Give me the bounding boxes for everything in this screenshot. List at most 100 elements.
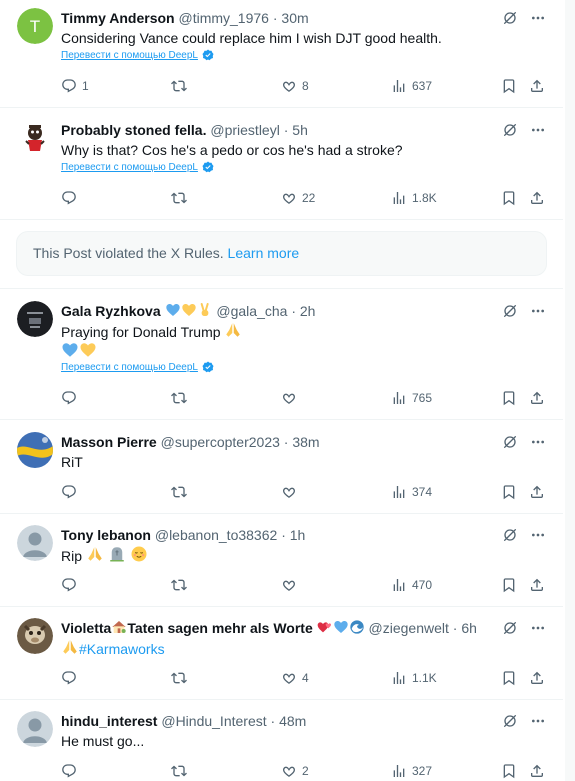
author-handle[interactable]: @timmy_1976: [178, 10, 268, 26]
views-button[interactable]: 1.1K: [391, 668, 437, 688]
translate-link[interactable]: Перевести с помощью DeepL: [61, 161, 214, 175]
share-icon: [529, 763, 545, 779]
like-button[interactable]: [281, 482, 302, 502]
bookmark-button[interactable]: [501, 575, 522, 595]
reply-button[interactable]: 1: [61, 76, 89, 96]
timestamp[interactable]: 2h: [300, 303, 316, 319]
views-button[interactable]: 470: [391, 575, 432, 595]
share-button[interactable]: [529, 668, 550, 688]
like-button[interactable]: 4: [281, 668, 309, 688]
translate-link[interactable]: Перевести с помощью DeepL: [61, 361, 214, 375]
timestamp[interactable]: 30m: [281, 10, 308, 26]
author-name[interactable]: Probably stoned fella.: [61, 122, 206, 138]
translate-label[interactable]: Перевести с помощью DeepL: [61, 362, 198, 373]
reply-button[interactable]: [61, 482, 82, 502]
author-name[interactable]: Tony lebanon: [61, 527, 151, 543]
grok-icon[interactable]: [502, 10, 518, 26]
grok-icon[interactable]: [502, 527, 518, 543]
share-button[interactable]: [529, 76, 550, 96]
author-handle[interactable]: @ziegenwelt: [369, 620, 449, 636]
retweet-button[interactable]: [171, 668, 192, 688]
share-button[interactable]: [529, 188, 550, 208]
avatar-letter: T: [30, 17, 40, 36]
author-name[interactable]: Masson Pierre: [61, 434, 157, 450]
views-button[interactable]: 637: [391, 76, 432, 96]
reply-button[interactable]: [61, 575, 82, 595]
grok-icon[interactable]: [502, 434, 518, 450]
timestamp[interactable]: 48m: [279, 713, 306, 729]
retweet-button[interactable]: [171, 482, 192, 502]
more-icon[interactable]: [530, 527, 546, 543]
share-button[interactable]: [529, 482, 550, 502]
share-button[interactable]: [529, 575, 550, 595]
retweet-button[interactable]: [171, 188, 192, 208]
more-icon[interactable]: [530, 713, 546, 729]
bookmark-button[interactable]: [501, 388, 522, 408]
author-handle[interactable]: @supercopter2023: [161, 434, 280, 450]
grok-icon[interactable]: [502, 303, 518, 319]
author-name[interactable]: Timmy Anderson: [61, 10, 175, 26]
grok-icon[interactable]: [502, 713, 518, 729]
bookmark-button[interactable]: [501, 76, 522, 96]
timestamp[interactable]: 1h: [290, 527, 306, 543]
views-button[interactable]: 1.8K: [391, 188, 437, 208]
share-button[interactable]: [529, 761, 550, 781]
translate-label[interactable]: Перевести с помощью DeepL: [61, 50, 198, 61]
bookmark-button[interactable]: [501, 482, 522, 502]
reply-button[interactable]: [61, 761, 82, 781]
author-handle[interactable]: @gala_cha: [216, 303, 287, 319]
like-button[interactable]: [281, 388, 302, 408]
reply-button[interactable]: [61, 188, 82, 208]
avatar[interactable]: [17, 301, 53, 337]
views-button[interactable]: 374: [391, 482, 432, 502]
author-handle[interactable]: @priestleyl: [210, 122, 279, 138]
bookmark-button[interactable]: [501, 668, 522, 688]
timestamp[interactable]: 38m: [292, 434, 319, 450]
like-button[interactable]: [281, 575, 302, 595]
more-icon[interactable]: [530, 303, 546, 319]
avatar[interactable]: [17, 432, 53, 468]
avatar[interactable]: [17, 120, 53, 156]
divider: [0, 699, 563, 700]
author-name-rest[interactable]: Taten sagen mehr als Worte: [127, 620, 312, 636]
grok-icon[interactable]: [502, 620, 518, 636]
translate-label[interactable]: Перевести с помощью DeepL: [61, 162, 198, 173]
like-button[interactable]: 2: [281, 761, 309, 781]
tweet-actions: 2 327: [61, 761, 547, 781]
more-icon[interactable]: [530, 620, 546, 636]
avatar[interactable]: [17, 525, 53, 561]
author-name[interactable]: Violetta: [61, 620, 111, 636]
retweet-button[interactable]: [171, 76, 192, 96]
views-button[interactable]: 765: [391, 388, 432, 408]
share-button[interactable]: [529, 388, 550, 408]
author-name[interactable]: hindu_interest: [61, 713, 157, 729]
avatar[interactable]: [17, 618, 53, 654]
bookmark-button[interactable]: [501, 761, 522, 781]
learn-more-link[interactable]: Learn more: [228, 245, 300, 261]
hashtag-link[interactable]: #Karmaworks: [79, 641, 165, 657]
translate-link[interactable]: Перевести с помощью DeepL: [61, 49, 214, 63]
retweet-button[interactable]: [171, 388, 192, 408]
scrollbar[interactable]: [565, 0, 575, 781]
like-button[interactable]: 22: [281, 188, 315, 208]
timestamp[interactable]: 6h: [461, 620, 477, 636]
like-button[interactable]: 8: [281, 76, 309, 96]
more-icon[interactable]: [530, 122, 546, 138]
timestamp[interactable]: 5h: [292, 122, 308, 138]
avatar[interactable]: [17, 711, 53, 747]
bookmark-icon: [501, 577, 517, 593]
author-handle[interactable]: @Hindu_Interest: [161, 713, 266, 729]
more-icon[interactable]: [530, 434, 546, 450]
reply-button[interactable]: [61, 388, 82, 408]
grok-icon[interactable]: [502, 122, 518, 138]
tweet-header: Timmy Anderson @timmy_1976 · 30m: [61, 8, 309, 28]
reply-button[interactable]: [61, 668, 82, 688]
views-button[interactable]: 327: [391, 761, 432, 781]
bookmark-button[interactable]: [501, 188, 522, 208]
retweet-button[interactable]: [171, 575, 192, 595]
avatar[interactable]: T: [17, 8, 53, 44]
retweet-button[interactable]: [171, 761, 192, 781]
author-name[interactable]: Gala Ryzhkova: [61, 303, 161, 319]
author-handle[interactable]: @lebanon_to38362: [155, 527, 277, 543]
more-icon[interactable]: [530, 10, 546, 26]
